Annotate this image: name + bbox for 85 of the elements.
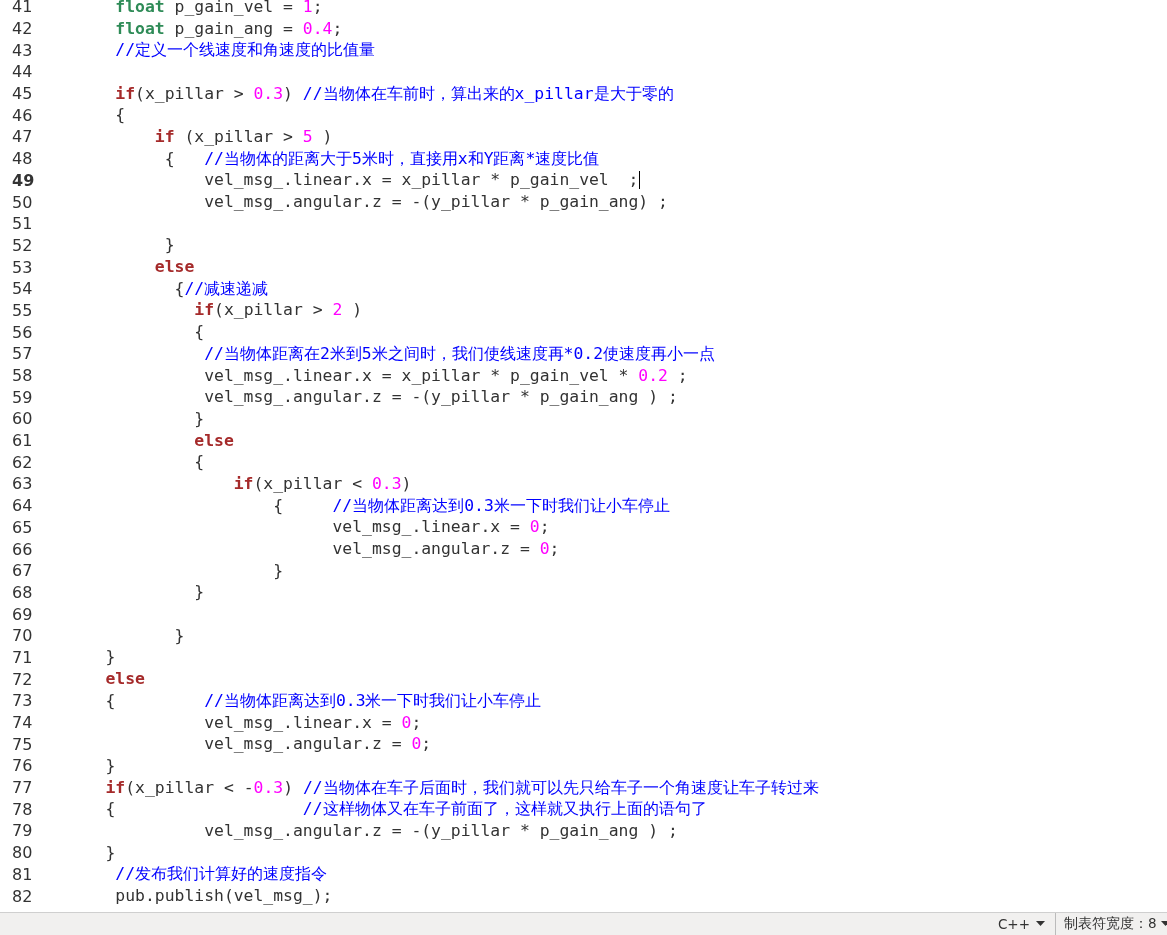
line-number: 48 bbox=[11, 149, 34, 169]
code-line: float p_gain_ang = 0.4; bbox=[114, 18, 343, 39]
code-line: vel_msg_.angular.z = -(y_pillar * p_gain_ang ) ; bbox=[203, 820, 678, 841]
line-number: 66 bbox=[11, 539, 34, 559]
line-number: 43 bbox=[11, 40, 34, 60]
code-line: } bbox=[104, 755, 116, 776]
code-line: else bbox=[193, 430, 234, 451]
code-line: if(x_pillar < -0.3) //当物体在车子后面时，我们就可以先只给车子一个角速度让车子转过来 bbox=[104, 777, 819, 798]
code-line: { bbox=[114, 105, 126, 126]
line-number: 71 bbox=[11, 647, 34, 667]
code-line: else bbox=[153, 257, 195, 278]
line-number: 50 bbox=[11, 192, 34, 212]
line-number: 45 bbox=[11, 84, 34, 104]
line-number: 51 bbox=[11, 214, 34, 234]
code-line: vel_msg_.linear.x = 0; bbox=[203, 712, 422, 733]
line-number: 54 bbox=[11, 279, 34, 299]
code-line: if(x_pillar < 0.3) bbox=[232, 473, 412, 494]
line-number: 69 bbox=[11, 604, 34, 624]
code-line: } bbox=[272, 560, 284, 581]
code-line: vel_msg_.angular.z = 0; bbox=[331, 539, 560, 560]
code-line: else bbox=[104, 669, 145, 690]
code-line: //定义一个线速度和角速度的比值量 bbox=[114, 40, 376, 61]
line-number: 82 bbox=[11, 886, 34, 906]
line-number: 68 bbox=[11, 582, 34, 602]
line-number: 58 bbox=[11, 366, 34, 386]
line-number: 55 bbox=[11, 300, 34, 320]
line-number: 80 bbox=[11, 843, 34, 863]
line-number: 64 bbox=[11, 496, 34, 516]
code-line: if(x_pillar > 0.3) //当物体在车前时，算出来的x_pillar是大于零的 bbox=[114, 83, 674, 104]
code-line: } bbox=[104, 842, 116, 863]
line-number: 77 bbox=[11, 778, 34, 798]
line-number: 79 bbox=[11, 821, 34, 841]
line-number: 76 bbox=[11, 756, 34, 776]
code-line: if(x_pillar > 2 ) bbox=[193, 300, 363, 321]
code-line: if (x_pillar > 5 ) bbox=[153, 126, 333, 147]
line-number: 52 bbox=[11, 235, 34, 255]
line-number: 57 bbox=[11, 344, 34, 364]
line-number: 49 bbox=[11, 170, 36, 190]
code-line: } bbox=[193, 408, 205, 429]
line-number: 53 bbox=[11, 257, 34, 277]
code-line: { //当物体的距离大于5米时，直接用x和Y距离*速度比值 bbox=[163, 148, 600, 169]
caret-icon bbox=[1036, 921, 1045, 927]
code-line: { bbox=[193, 322, 205, 343]
line-number: 72 bbox=[11, 669, 34, 689]
line-number: 78 bbox=[11, 799, 34, 819]
code-line: } bbox=[193, 582, 205, 603]
code-line: } bbox=[104, 647, 116, 668]
line-number: 70 bbox=[11, 626, 34, 646]
caret-icon bbox=[1160, 921, 1167, 927]
line-number: 74 bbox=[11, 713, 34, 733]
code-line: vel_msg_.linear.x = x_pillar * p_gain_vel * 0.2 ; bbox=[203, 365, 688, 386]
code-line: //当物体距离在2米到5米之间时，我们使线速度再*0.2使速度再小一点 bbox=[203, 343, 716, 364]
code-line: } bbox=[173, 625, 185, 646]
code-line: { bbox=[193, 452, 205, 473]
line-number: 65 bbox=[11, 517, 34, 537]
line-number: 47 bbox=[11, 127, 34, 147]
code-line: float p_gain_vel = 1; bbox=[114, 0, 323, 17]
line-number: 73 bbox=[11, 691, 34, 711]
line-number: 44 bbox=[11, 62, 34, 82]
line-number: 46 bbox=[11, 105, 34, 125]
line-number: 75 bbox=[11, 734, 34, 754]
code-line: pub.publish(vel_msg_); bbox=[114, 886, 333, 907]
line-number: 63 bbox=[11, 474, 34, 494]
code-line: vel_msg_.angular.z = -(y_pillar * p_gain_ang ) ; bbox=[203, 387, 678, 408]
code-line: vel_msg_.linear.x = 0; bbox=[331, 517, 550, 538]
code-line: { //当物体距离达到0.3米一下时我们让小车停止 bbox=[272, 495, 670, 516]
code-line: { //当物体距离达到0.3米一下时我们让小车停止 bbox=[104, 690, 542, 711]
code-line: } bbox=[163, 235, 175, 256]
code-line: vel_msg_.linear.x = x_pillar * p_gain_vel ; bbox=[203, 170, 639, 191]
code-line: vel_msg_.angular.z = 0; bbox=[203, 734, 432, 755]
line-number: 81 bbox=[11, 864, 34, 884]
line-number: 60 bbox=[11, 409, 34, 429]
line-number: 42 bbox=[11, 19, 34, 39]
code-line: {//减速递减 bbox=[173, 278, 269, 299]
tab-width-dropdown[interactable]: 制表符宽度：8 bbox=[1055, 913, 1167, 935]
code-line: //发布我们计算好的速度指令 bbox=[114, 864, 328, 885]
code-line: { //这样物体又在车子前面了，这样就又执行上面的语句了 bbox=[104, 799, 707, 820]
code-line: vel_msg_.angular.z = -(y_pillar * p_gain_ang) ; bbox=[203, 192, 668, 213]
line-number: 67 bbox=[11, 561, 34, 581]
line-number: 56 bbox=[11, 322, 34, 342]
language-dropdown[interactable]: C++ bbox=[989, 913, 1053, 935]
line-number: 61 bbox=[11, 431, 34, 451]
line-number: 59 bbox=[11, 387, 34, 407]
line-number: 62 bbox=[11, 452, 34, 472]
line-number: 41 bbox=[11, 0, 34, 17]
